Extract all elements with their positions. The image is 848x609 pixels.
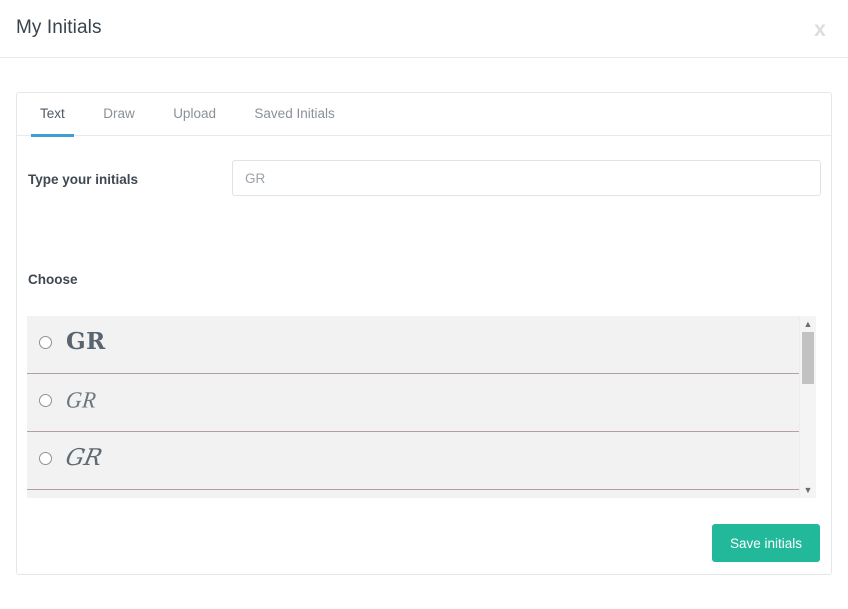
scrollbar-thumb[interactable]	[802, 332, 814, 384]
choose-list: GR GR GR ▲ ▼	[27, 316, 816, 498]
choice-radio-3[interactable]	[39, 452, 52, 465]
close-icon[interactable]: x	[806, 16, 834, 44]
choice-sample-1: GR	[66, 316, 106, 374]
choose-list-scrollbar[interactable]: ▲ ▼	[799, 316, 816, 498]
choice-radio-2[interactable]	[39, 394, 52, 407]
tab-text[interactable]: Text	[23, 93, 82, 137]
tab-draw[interactable]: Draw	[86, 93, 152, 136]
choose-heading: Choose	[28, 272, 78, 287]
scroll-up-icon[interactable]: ▲	[800, 317, 816, 331]
tab-draw-label: Draw	[103, 106, 135, 121]
panel-body: Type your initials Choose GR GR	[17, 136, 831, 562]
initials-field-label: Type your initials	[28, 172, 139, 187]
modal-header: My Initials x	[0, 0, 848, 58]
tab-saved-initials-label: Saved Initials	[254, 106, 335, 121]
list-item[interactable]: GR	[27, 432, 799, 490]
tab-bar: Text Draw Upload Saved Initials	[17, 93, 831, 137]
tab-saved-initials[interactable]: Saved Initials	[237, 93, 351, 136]
save-initials-button[interactable]: Save initials	[711, 524, 820, 562]
choice-sample-1-text: GR	[66, 328, 106, 355]
tab-upload[interactable]: Upload	[156, 93, 233, 136]
tab-upload-label: Upload	[173, 106, 216, 121]
initials-field-row: Type your initials	[17, 136, 831, 198]
list-item[interactable]: GR	[27, 374, 799, 432]
scroll-down-icon[interactable]: ▼	[800, 483, 816, 497]
tab-text-label: Text	[40, 106, 65, 121]
initials-panel: Text Draw Upload Saved Initials Type you…	[16, 92, 832, 575]
choice-sample-3-text: GR	[63, 445, 105, 471]
choice-radio-1[interactable]	[39, 336, 52, 349]
page-title: My Initials	[16, 17, 102, 38]
choice-sample-2: GR	[64, 374, 98, 432]
choose-list-viewport: GR GR GR	[27, 316, 799, 498]
choice-sample-2-text: GR	[64, 386, 98, 413]
initials-input[interactable]	[232, 160, 821, 196]
choice-sample-3: GR	[63, 432, 104, 490]
list-item[interactable]: GR	[27, 316, 799, 374]
